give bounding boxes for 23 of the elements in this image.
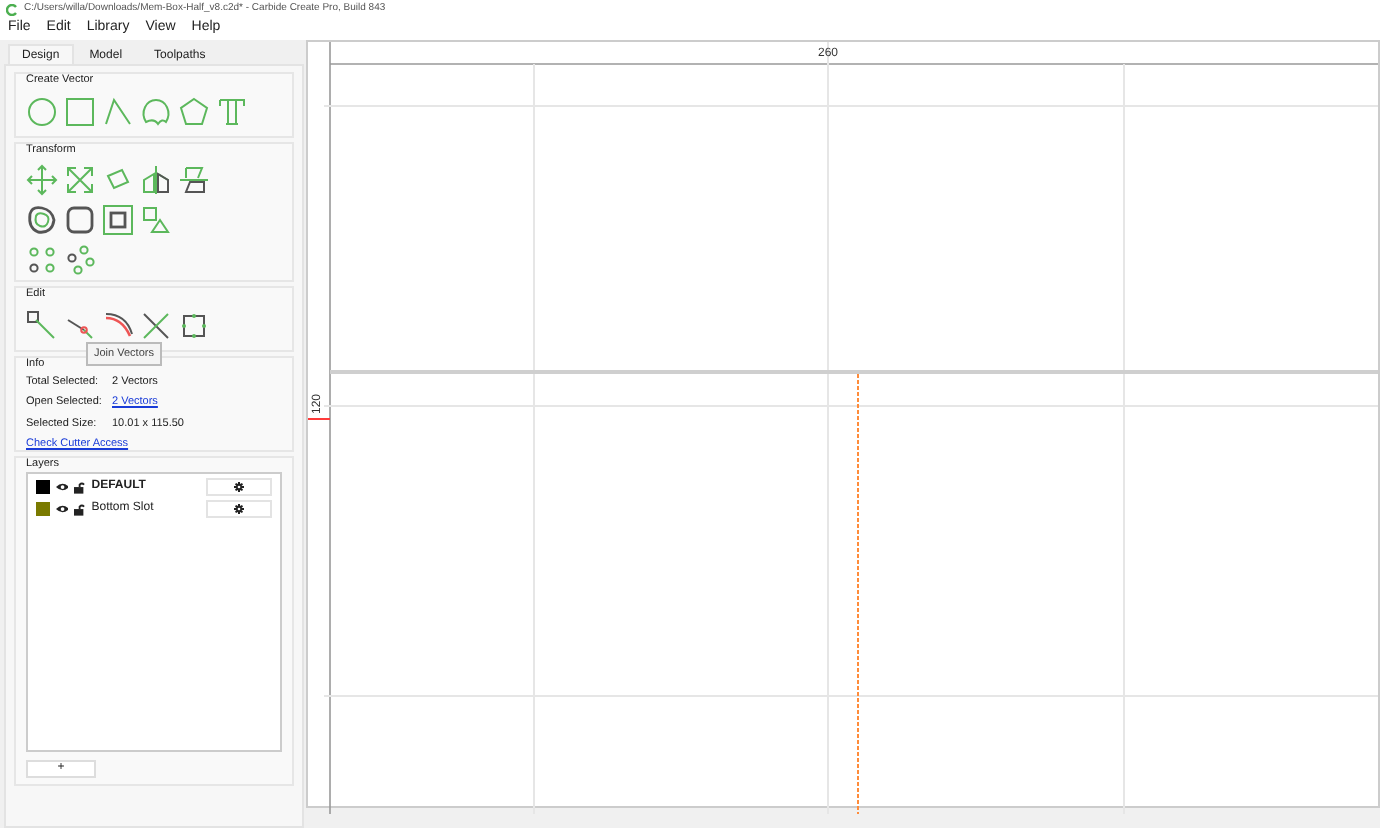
mirror-icon[interactable] [140, 164, 172, 196]
align-icon[interactable] [102, 204, 134, 236]
layer-color-swatch[interactable] [36, 502, 50, 516]
fillet-icon[interactable] [64, 204, 96, 236]
array-icon[interactable] [26, 244, 58, 276]
node-edit-icon[interactable] [26, 310, 58, 342]
lock-icon[interactable] [74, 503, 86, 515]
eye-icon[interactable] [55, 504, 69, 514]
gear-icon [234, 482, 245, 492]
eye-icon[interactable] [55, 482, 69, 492]
lock-icon[interactable] [74, 481, 86, 493]
bounding-box-icon[interactable] [178, 310, 210, 342]
layer-color-swatch[interactable] [36, 480, 50, 494]
layer-settings-button[interactable] [206, 478, 273, 496]
app-icon [6, 3, 18, 15]
trim-icon[interactable] [102, 310, 134, 342]
circular-array-icon[interactable] [64, 244, 96, 276]
shear-icon[interactable] [178, 164, 210, 196]
cross-icon[interactable] [140, 310, 172, 342]
gear-icon [234, 504, 245, 514]
offset-icon[interactable] [26, 204, 58, 236]
layer-settings-button[interactable] [206, 500, 273, 518]
ruler-marker [308, 418, 330, 420]
